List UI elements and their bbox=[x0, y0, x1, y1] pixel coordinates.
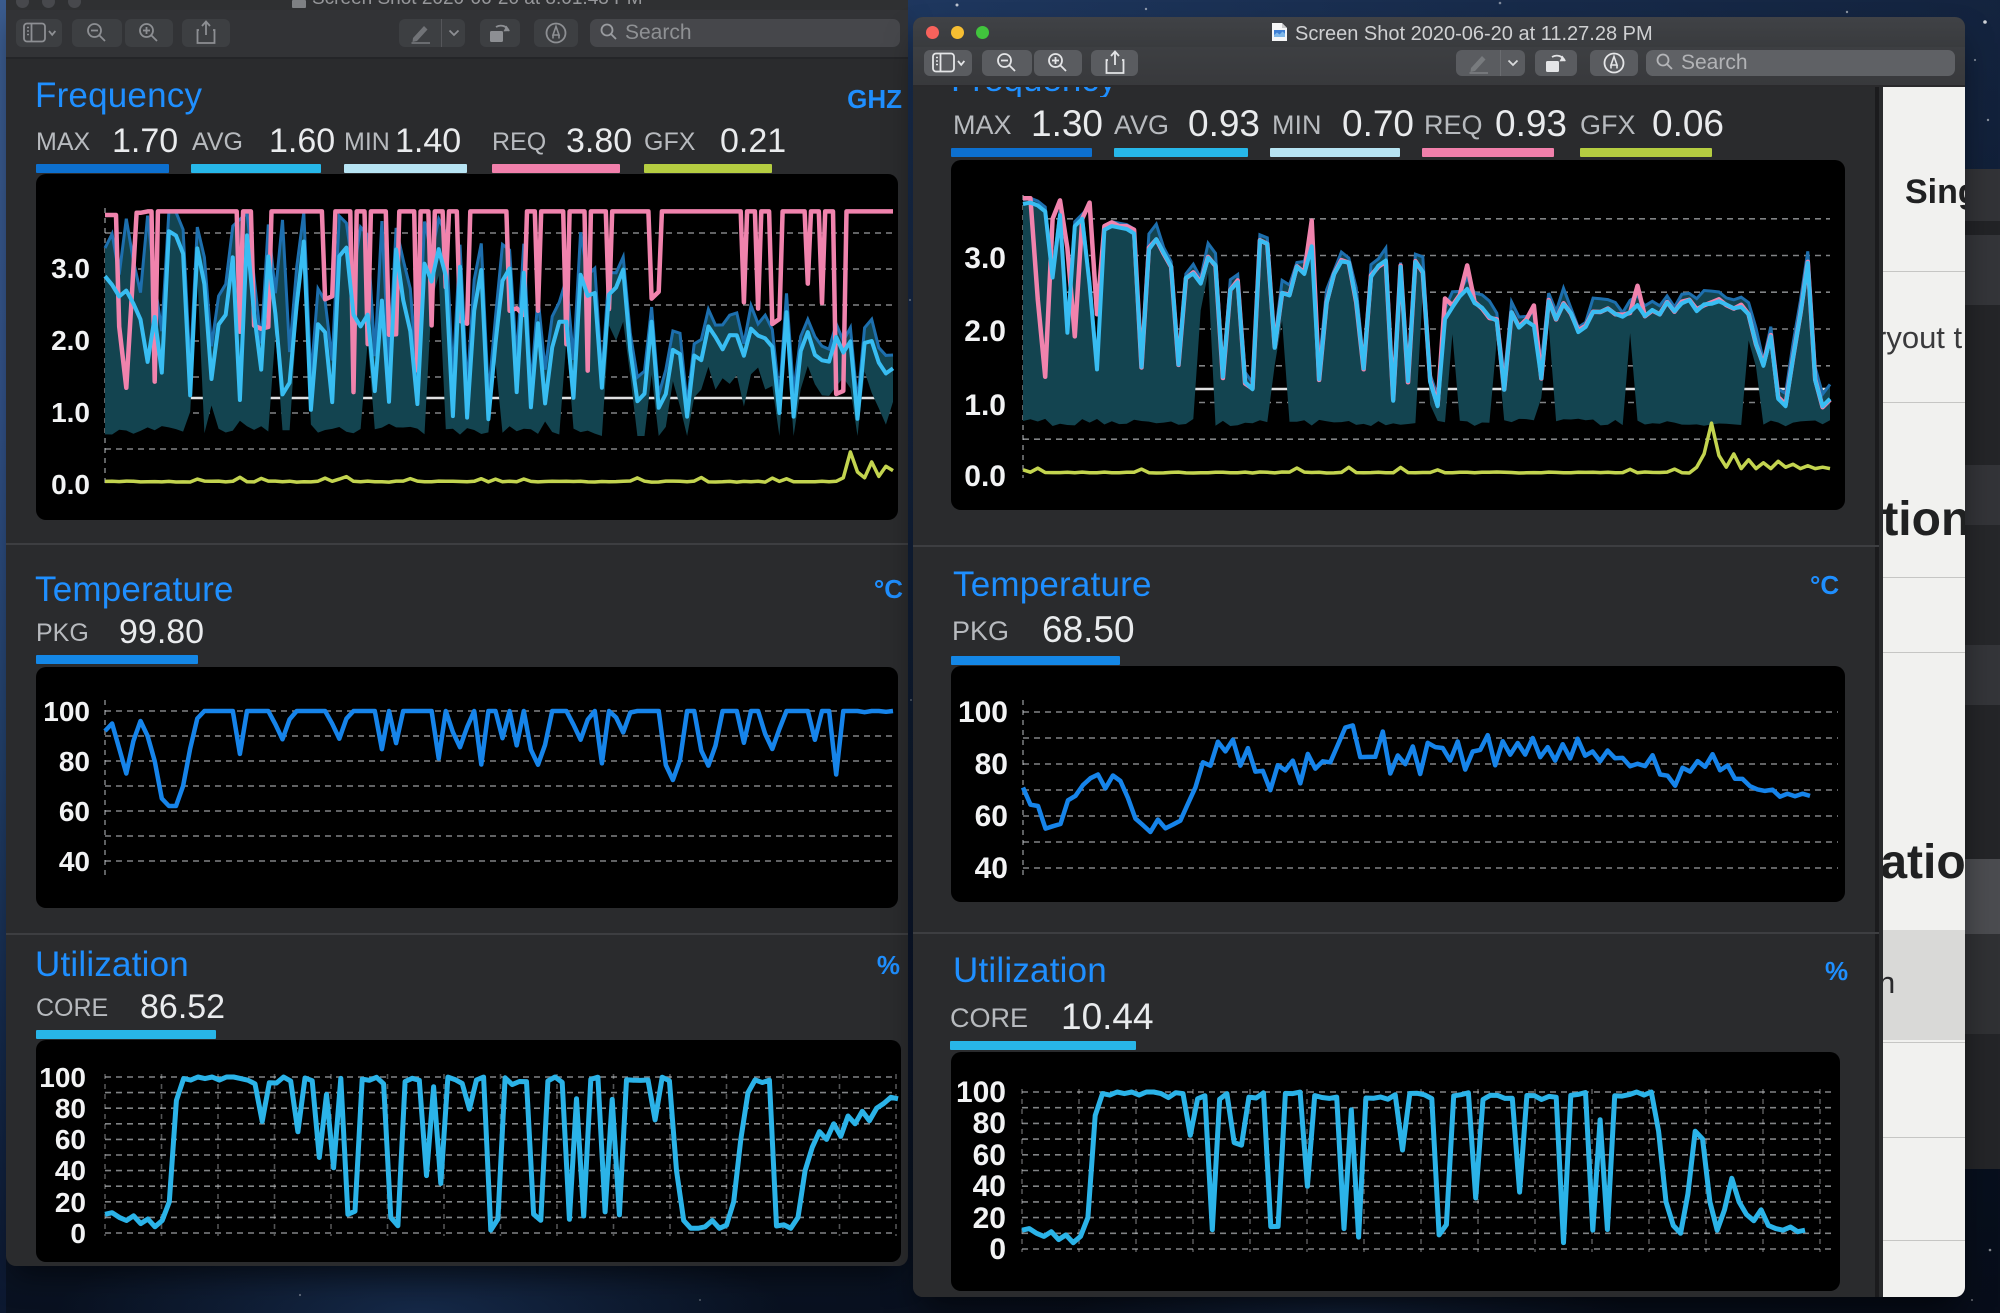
svg-text:40: 40 bbox=[973, 1170, 1006, 1203]
svg-text:0: 0 bbox=[989, 1233, 1006, 1266]
svg-text:2.0: 2.0 bbox=[51, 325, 90, 356]
svg-text:0: 0 bbox=[70, 1218, 86, 1249]
svg-text:60: 60 bbox=[973, 1139, 1006, 1172]
svg-text:20: 20 bbox=[973, 1202, 1006, 1235]
svg-text:60: 60 bbox=[975, 800, 1008, 833]
svg-text:80: 80 bbox=[975, 748, 1008, 781]
svg-text:40: 40 bbox=[59, 846, 90, 877]
svg-text:100: 100 bbox=[39, 1062, 86, 1093]
svg-text:0.0: 0.0 bbox=[51, 469, 90, 500]
svg-text:0.0: 0.0 bbox=[964, 460, 1006, 493]
svg-text:100: 100 bbox=[43, 696, 90, 727]
svg-text:60: 60 bbox=[55, 1124, 86, 1155]
svg-text:1.0: 1.0 bbox=[51, 397, 90, 428]
svg-text:100: 100 bbox=[956, 1076, 1006, 1109]
svg-text:80: 80 bbox=[55, 1093, 86, 1124]
svg-text:2.0: 2.0 bbox=[964, 315, 1006, 348]
svg-text:100: 100 bbox=[958, 696, 1008, 729]
svg-text:40: 40 bbox=[55, 1155, 86, 1186]
svg-text:40: 40 bbox=[975, 852, 1008, 885]
svg-text:80: 80 bbox=[973, 1107, 1006, 1140]
svg-text:1.0: 1.0 bbox=[964, 389, 1006, 422]
svg-text:20: 20 bbox=[55, 1187, 86, 1218]
svg-text:3.0: 3.0 bbox=[964, 242, 1006, 275]
svg-text:80: 80 bbox=[59, 746, 90, 777]
svg-text:3.0: 3.0 bbox=[51, 253, 90, 284]
svg-text:60: 60 bbox=[59, 796, 90, 827]
